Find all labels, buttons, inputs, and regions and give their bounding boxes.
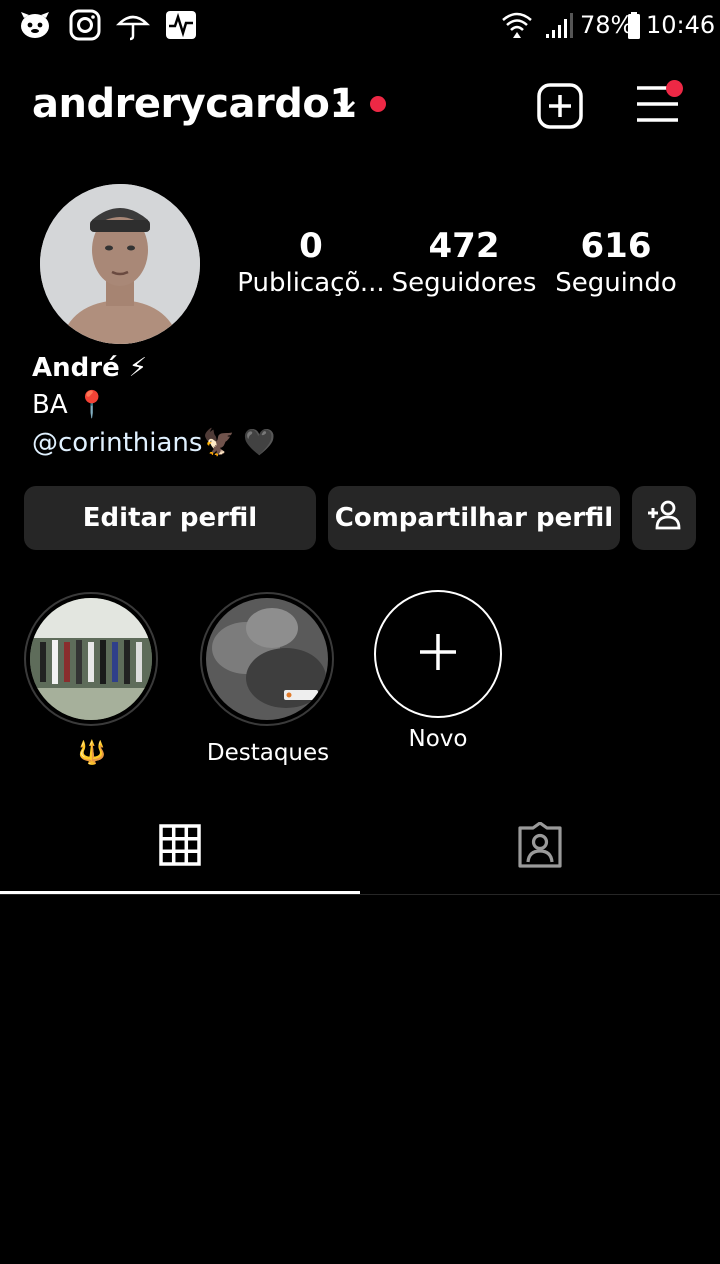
posts-stat[interactable]: 0 Publicaçõ... bbox=[236, 226, 386, 300]
umbrella-icon bbox=[115, 8, 151, 42]
notification-dot bbox=[370, 96, 386, 112]
highlight-thumbnail bbox=[206, 598, 328, 720]
instagram-icon bbox=[68, 8, 102, 42]
highlight-trident[interactable]: 🔱 bbox=[24, 592, 160, 768]
tab-posts-grid[interactable] bbox=[0, 800, 360, 894]
discover-people-button[interactable] bbox=[632, 486, 696, 550]
edit-profile-button[interactable]: Editar perfil bbox=[24, 486, 316, 550]
posts-label: Publicaçõ... bbox=[237, 268, 385, 298]
highlight-destaques[interactable]: Destaques bbox=[200, 592, 336, 768]
wifi-icon bbox=[500, 8, 534, 42]
tab-tagged[interactable] bbox=[360, 800, 720, 894]
bio-line: BA 📍 bbox=[32, 390, 109, 420]
signal-icon bbox=[542, 8, 576, 42]
tab-divider bbox=[0, 894, 720, 895]
plus-icon bbox=[418, 632, 458, 676]
following-stat[interactable]: 616 Seguindo bbox=[541, 226, 691, 300]
app-icon bbox=[18, 8, 52, 42]
grid-icon bbox=[159, 824, 201, 870]
following-label: Seguindo bbox=[555, 268, 677, 298]
posts-count: 0 bbox=[299, 226, 323, 266]
tagged-person-icon bbox=[517, 821, 563, 872]
chevron-down-icon[interactable] bbox=[332, 92, 360, 120]
followers-label: Seguidores bbox=[391, 268, 537, 298]
highlight-label: Destaques bbox=[206, 740, 330, 766]
highlight-label: 🔱 bbox=[77, 740, 107, 766]
highlight-thumbnail bbox=[30, 598, 152, 720]
menu-notification-dot bbox=[666, 80, 683, 97]
username-switcher[interactable]: andrerycardo1 bbox=[32, 78, 357, 130]
activity-icon bbox=[164, 8, 198, 42]
bio-mention-link[interactable]: @corinthians🦅 🖤 bbox=[32, 425, 275, 461]
new-highlight-button[interactable]: Novo bbox=[372, 590, 504, 754]
share-profile-button[interactable]: Compartilhar perfil bbox=[328, 486, 620, 550]
add-person-icon bbox=[645, 496, 683, 541]
clock: 10:46 bbox=[646, 11, 716, 39]
followers-count: 472 bbox=[428, 226, 500, 266]
avatar[interactable] bbox=[40, 184, 200, 344]
create-post-icon[interactable] bbox=[536, 82, 584, 130]
followers-stat[interactable]: 472 Seguidores bbox=[389, 226, 539, 300]
battery-icon bbox=[626, 8, 642, 42]
following-count: 616 bbox=[580, 226, 652, 266]
display-name: André ⚡ bbox=[32, 353, 148, 383]
new-highlight-label: Novo bbox=[408, 726, 468, 752]
